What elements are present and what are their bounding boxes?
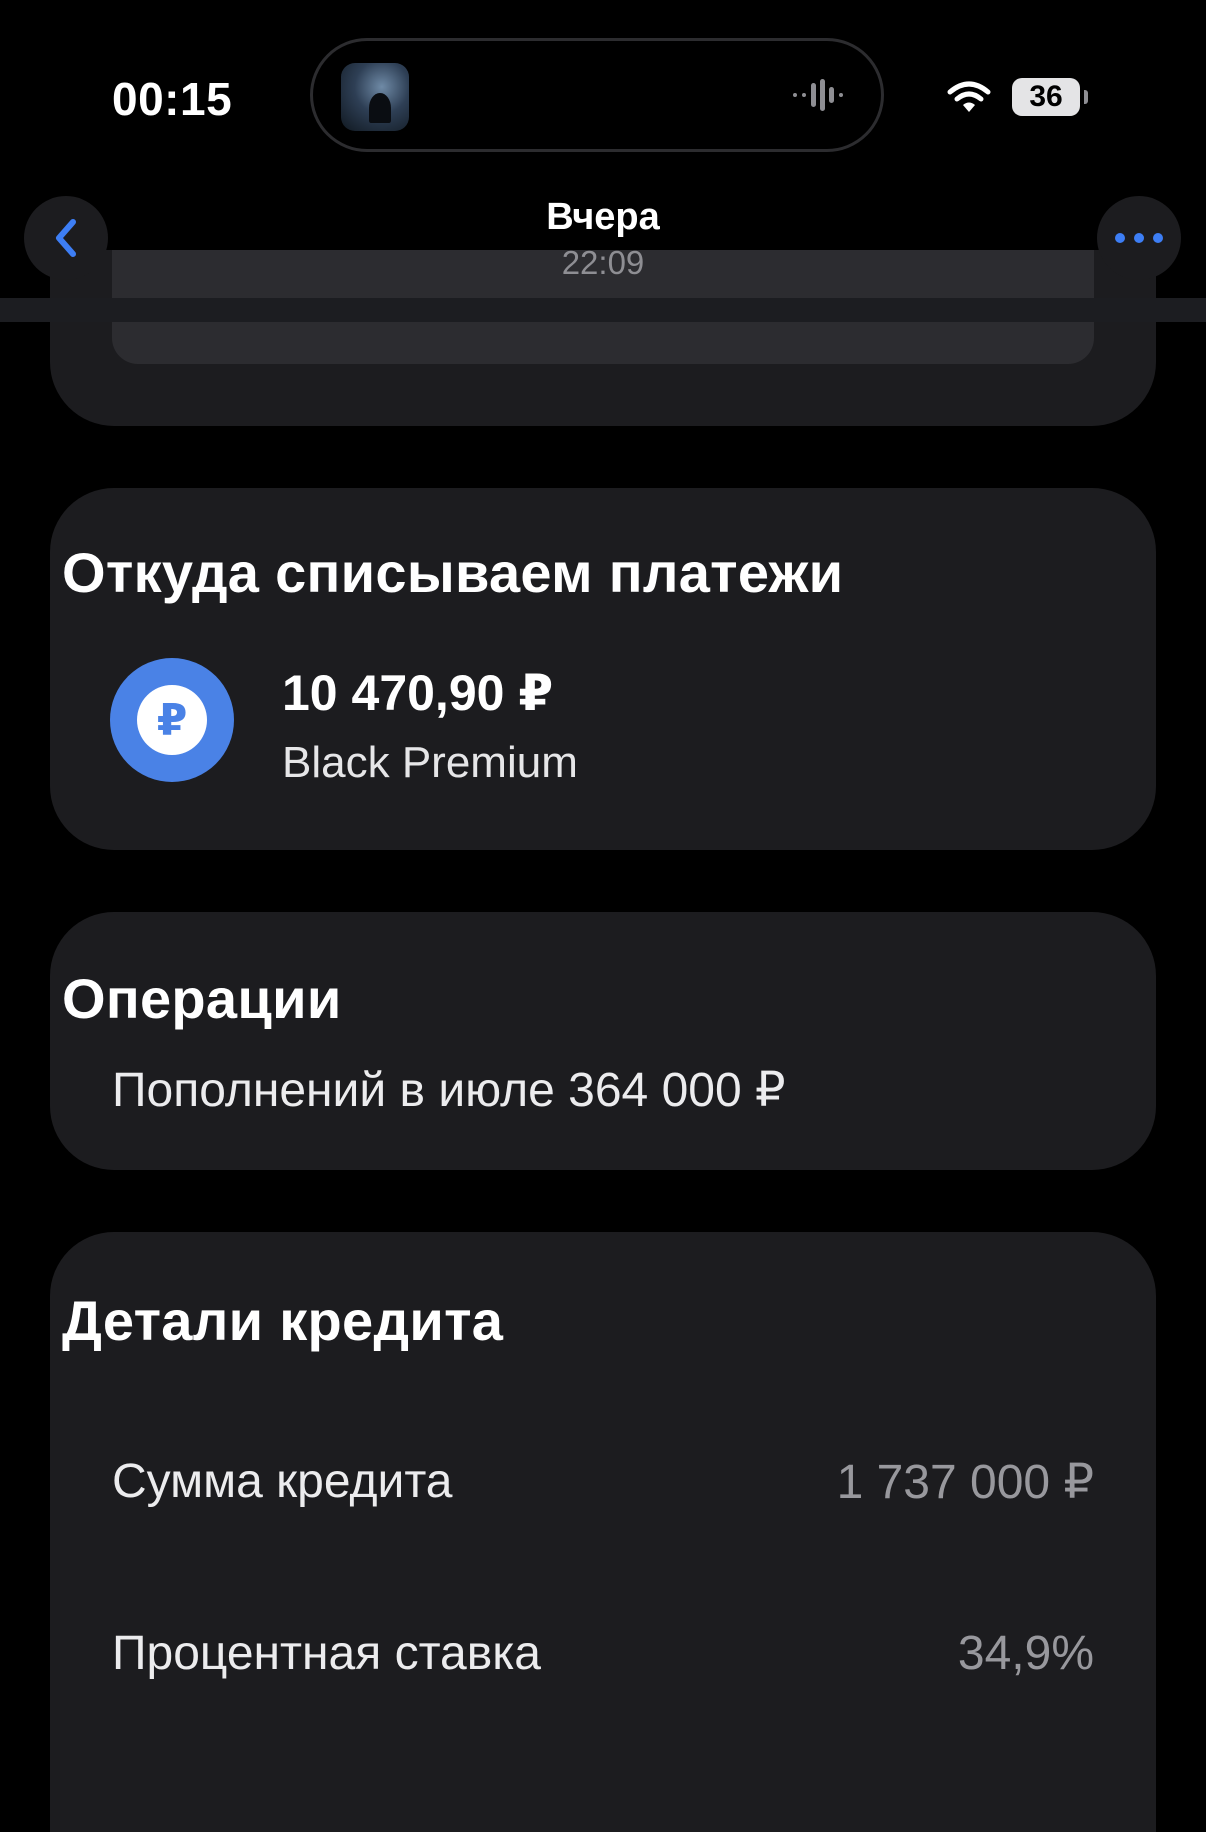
operations-summary: Пополнений в июле 364 000 ₽ [112,1064,786,1117]
battery-tip [1084,90,1088,104]
more-dots-icon [1115,233,1163,243]
dynamic-island[interactable] [310,38,884,152]
wifi-icon [947,81,991,112]
account-name: Black Premium [282,738,578,787]
page-title: Вчера [546,196,660,238]
page-subtitle: 22:09 [561,244,645,281]
credit-details-title: Детали кредита [62,1289,504,1352]
more-button[interactable] [1097,196,1181,280]
operations-title: Операции [62,967,342,1030]
ruble-icon: ₽ [137,685,207,755]
interest-rate-label: Процентная ставка [112,1627,541,1680]
operations-card[interactable] [50,912,1156,1170]
now-playing-artwork [341,63,409,131]
interest-rate-value: 34,9% [957,1627,1094,1680]
header-divider [0,298,1206,322]
payment-source-title: Откуда списываем платежи [62,541,844,604]
audio-waveform-icon [793,79,843,111]
status-time: 00:15 [112,73,233,125]
account-balance: 10 470,90 ₽ [282,665,554,721]
battery-indicator: 36 [1012,78,1080,116]
ruble-coin-icon: ₽ [110,658,234,782]
credit-amount-label: Сумма кредита [112,1455,453,1508]
credit-amount-value: 1 737 000 ₽ [836,1456,1094,1509]
